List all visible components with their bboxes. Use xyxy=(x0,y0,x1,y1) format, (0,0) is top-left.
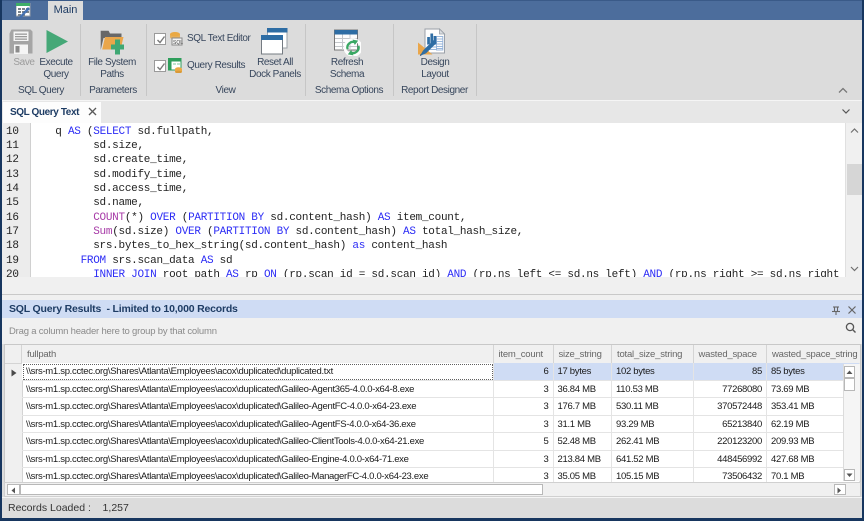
svg-text:SQL: SQL xyxy=(173,40,183,46)
